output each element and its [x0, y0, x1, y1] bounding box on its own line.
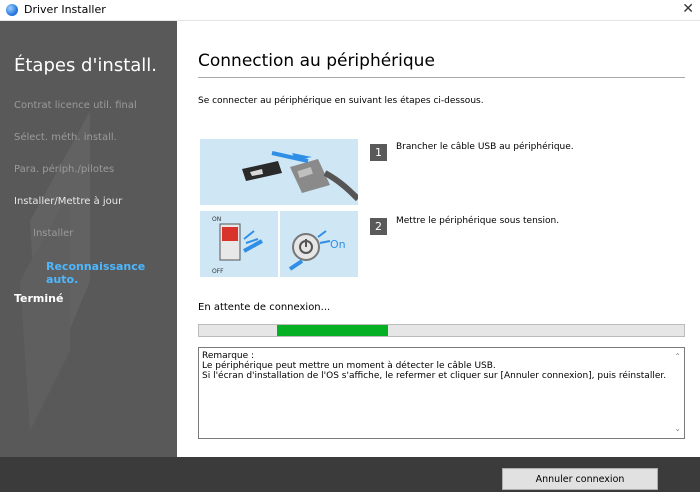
title-bar: Driver Installer ✕ — [0, 0, 700, 21]
step-2-text: Mettre le périphérique sous tension. — [396, 216, 560, 226]
waiting-status: En attente de connexion... — [198, 302, 331, 313]
sidebar-arrow-decoration — [20, 111, 90, 431]
close-icon[interactable]: ✕ — [682, 1, 694, 17]
step-device-settings: Para. périph./pilotes — [14, 164, 115, 175]
note-line: Le périphérique peut mettre un moment à … — [202, 361, 496, 371]
step-install: Installer — [33, 228, 74, 239]
power-button-icon: On — [288, 230, 346, 271]
note-line: Remarque : — [202, 351, 255, 361]
usb-plug-icon — [242, 151, 361, 202]
window-title: Driver Installer — [24, 3, 106, 16]
install-steps-sidebar: Étapes d'install. Contrat licence util. … — [0, 21, 177, 457]
step-1-badge: 1 — [370, 144, 387, 161]
power-button-illustration: On — [280, 211, 358, 277]
connection-progress-bar — [198, 324, 685, 337]
footer-bar: Annuler connexion — [0, 457, 700, 492]
step-select-method: Sélect. méth. install. — [14, 132, 117, 143]
step-auto-detect: Reconnaissance auto. — [46, 260, 146, 286]
power-on-label: On — [330, 238, 346, 251]
page-title: Connection au périphérique — [198, 51, 435, 71]
intro-text: Se connecter au périphérique en suivant … — [198, 96, 484, 106]
step-2-badge: 2 — [370, 218, 387, 235]
main-panel: Connection au périphérique Se connecter … — [177, 21, 700, 457]
switch-on-label: ON — [212, 216, 221, 223]
step-finished: Terminé — [14, 292, 64, 305]
power-switch-icon: ON OFF — [212, 216, 263, 275]
step-eula: Contrat licence util. final — [14, 100, 137, 111]
switch-off-label: OFF — [212, 268, 224, 275]
step-1-text: Brancher le câble USB au périphérique. — [396, 142, 574, 152]
step-install-update: Installer/Mettre à jour — [14, 196, 123, 207]
cancel-connection-button[interactable]: Annuler connexion — [502, 468, 658, 490]
scroll-down-icon[interactable]: ⌄ — [674, 424, 681, 434]
usb-cable-illustration — [200, 139, 361, 205]
app-icon — [6, 4, 18, 16]
title-divider — [198, 77, 685, 78]
note-line: Si l'écran d'installation de l'OS s'affi… — [202, 371, 667, 381]
note-textarea[interactable]: Remarque : Le périphérique peut mettre u… — [198, 347, 685, 439]
power-switch-illustration: ON OFF — [200, 211, 278, 277]
sidebar-title: Étapes d'install. — [14, 55, 158, 76]
progress-fill — [276, 325, 389, 336]
scroll-up-icon[interactable]: ⌃ — [674, 352, 681, 362]
